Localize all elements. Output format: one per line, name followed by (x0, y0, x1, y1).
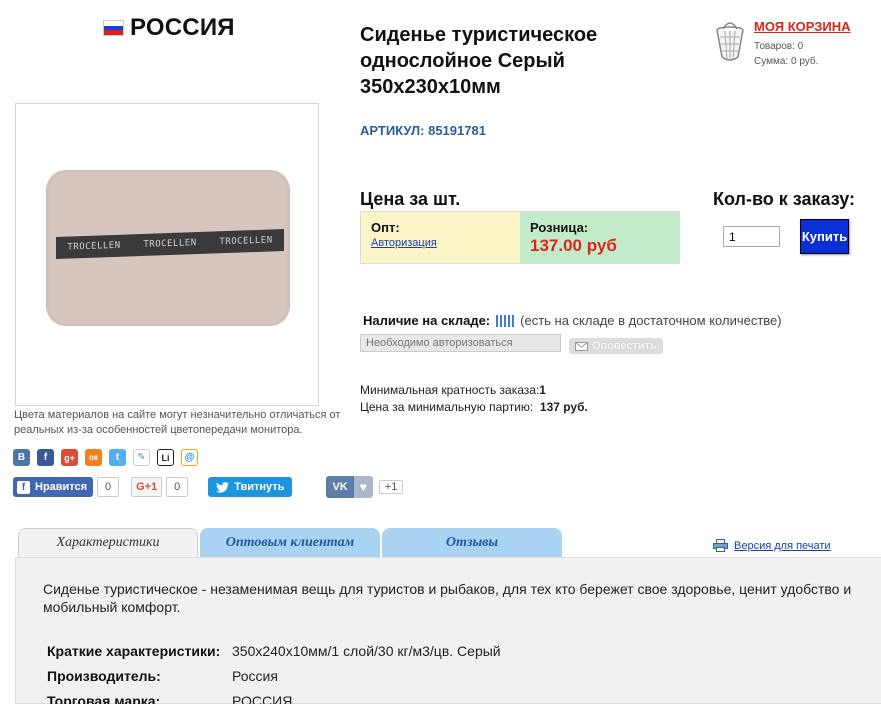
brand-logo[interactable]: РОССИЯ (103, 14, 235, 42)
product-sku: АРТИКУЛ: 85191781 (360, 123, 486, 138)
product-description: Сиденье туристическое - незаменимая вещь… (43, 581, 852, 615)
tab-wholesale-clients[interactable]: Оптовым клиентам (200, 528, 380, 557)
gplus-button[interactable]: G+1 (131, 477, 163, 497)
order-minimums: Минимальная кратность заказа:1 Цена за м… (360, 382, 588, 416)
printer-icon (713, 539, 728, 552)
twitter-share-icon[interactable]: t (109, 449, 126, 466)
gplus-share-icon[interactable]: g+ (61, 449, 78, 466)
strap-label: TROCELLEN (219, 235, 273, 248)
heart-icon: ♥ (353, 476, 373, 498)
cart-sum: Сумма: 0 руб. (754, 56, 819, 67)
social-buttons-row: f Нравится 0 G+1 0 Твитнуть VK ♥ +1 (13, 476, 404, 498)
color-disclaimer: Цвета материалов на сайте могут незначит… (14, 409, 341, 436)
strap-label: TROCELLEN (67, 240, 121, 253)
share-icons-row: B f g+ ок t ✎ Li @ (13, 449, 198, 466)
tab-reviews[interactable]: Отзывы (382, 528, 562, 557)
quantity-heading: Кол-во к заказу: (713, 189, 856, 209)
spec-key: Краткие характеристики: (47, 642, 221, 659)
min-batch-label: Цена за минимальную партию: (360, 400, 534, 414)
liveinternet-share-icon[interactable]: Li (157, 449, 174, 466)
stock-text: (есть на складе в достаточном количестве… (520, 313, 782, 328)
vk-logo-icon: VK (326, 476, 354, 498)
wholesale-label: Опт: (371, 220, 400, 235)
buy-button[interactable]: Купить (800, 219, 849, 254)
odnoklassniki-share-icon[interactable]: ок (85, 449, 102, 466)
twitter-bird-icon (216, 481, 230, 493)
notify-label: Оповестить (592, 340, 657, 352)
price-table: Опт: Авторизация Розница: 137.00 руб (360, 211, 680, 264)
authorization-link[interactable]: Авторизация (371, 237, 510, 249)
spec-value: 350х240х10мм/1 слой/30 кг/м3/цв. Серый (232, 642, 501, 659)
facebook-like-count: 0 (97, 477, 120, 497)
stock-level-icon (496, 314, 515, 327)
envelope-icon (575, 341, 588, 351)
print-version-label: Версия для печати (734, 539, 831, 552)
retail-price: 137.00 руб (530, 236, 617, 255)
multiplicity-label: Минимальная кратность заказа: (360, 383, 540, 397)
brand-name: РОССИЯ (130, 14, 235, 41)
retail-price-cell: Розница: 137.00 руб (520, 212, 679, 263)
multiplicity-value: 1 (539, 383, 546, 397)
product-tabs: Характеристики Оптовым клиентам Отзывы (18, 528, 562, 557)
min-batch-value: 137 руб. (539, 400, 588, 414)
spec-value: Россия (232, 667, 278, 684)
facebook-like-label: Нравится (35, 481, 88, 493)
livejournal-share-icon[interactable]: ✎ (133, 449, 150, 466)
vk-share-icon[interactable]: B (13, 449, 30, 466)
price-heading: Цена за шт. (360, 189, 461, 209)
spec-table: Краткие характеристики: 350х240х10мм/1 с… (47, 638, 501, 704)
facebook-like-button[interactable]: f Нравится (13, 477, 94, 497)
stock-label: Наличие на складе: (363, 313, 491, 328)
russian-flag-icon (103, 20, 124, 36)
basket-icon (716, 22, 744, 61)
vk-like-button[interactable]: VK ♥ (326, 476, 373, 498)
cart-items-count: Товаров: 0 (754, 41, 804, 52)
notify-email-field[interactable] (360, 334, 561, 352)
facebook-icon: f (17, 480, 30, 494)
vk-like-count: +1 (378, 480, 404, 494)
mailru-share-icon[interactable]: @ (181, 449, 198, 466)
characteristics-panel: Сиденье туристическое - незаменимая вещь… (15, 557, 881, 704)
cart-link[interactable]: МОЯ КОРЗИНА (754, 19, 851, 34)
quantity-input[interactable] (723, 226, 780, 247)
spec-row: Краткие характеристики: 350х240х10мм/1 с… (47, 638, 501, 663)
spec-value: РОССИЯ (232, 692, 293, 704)
facebook-share-icon[interactable]: f (37, 449, 54, 466)
retail-label: Розница: (530, 220, 589, 235)
spec-key: Торговая марка: (47, 692, 161, 704)
print-version-link[interactable]: Версия для печати (713, 539, 831, 552)
spec-key: Производитель: (47, 667, 161, 684)
product-title: Сиденье туристическое однослойное Серый … (360, 24, 598, 98)
strap-label: TROCELLEN (143, 238, 197, 250)
notify-button[interactable]: Оповестить (569, 338, 663, 354)
wholesale-price-cell: Опт: Авторизация (361, 212, 520, 263)
stock-status: Наличие на складе: (есть на складе в дос… (363, 313, 782, 328)
tweet-button[interactable]: Твитнуть (208, 477, 293, 497)
spec-row: Торговая марка: РОССИЯ (47, 688, 501, 704)
gplus-count: 0 (166, 477, 189, 497)
product-image[interactable]: TROCELLEN TROCELLEN TROCELLEN (15, 103, 319, 406)
tab-characteristics[interactable]: Характеристики (18, 528, 198, 557)
spec-row: Производитель: Россия (47, 663, 501, 688)
tweet-label: Твитнуть (234, 481, 285, 493)
